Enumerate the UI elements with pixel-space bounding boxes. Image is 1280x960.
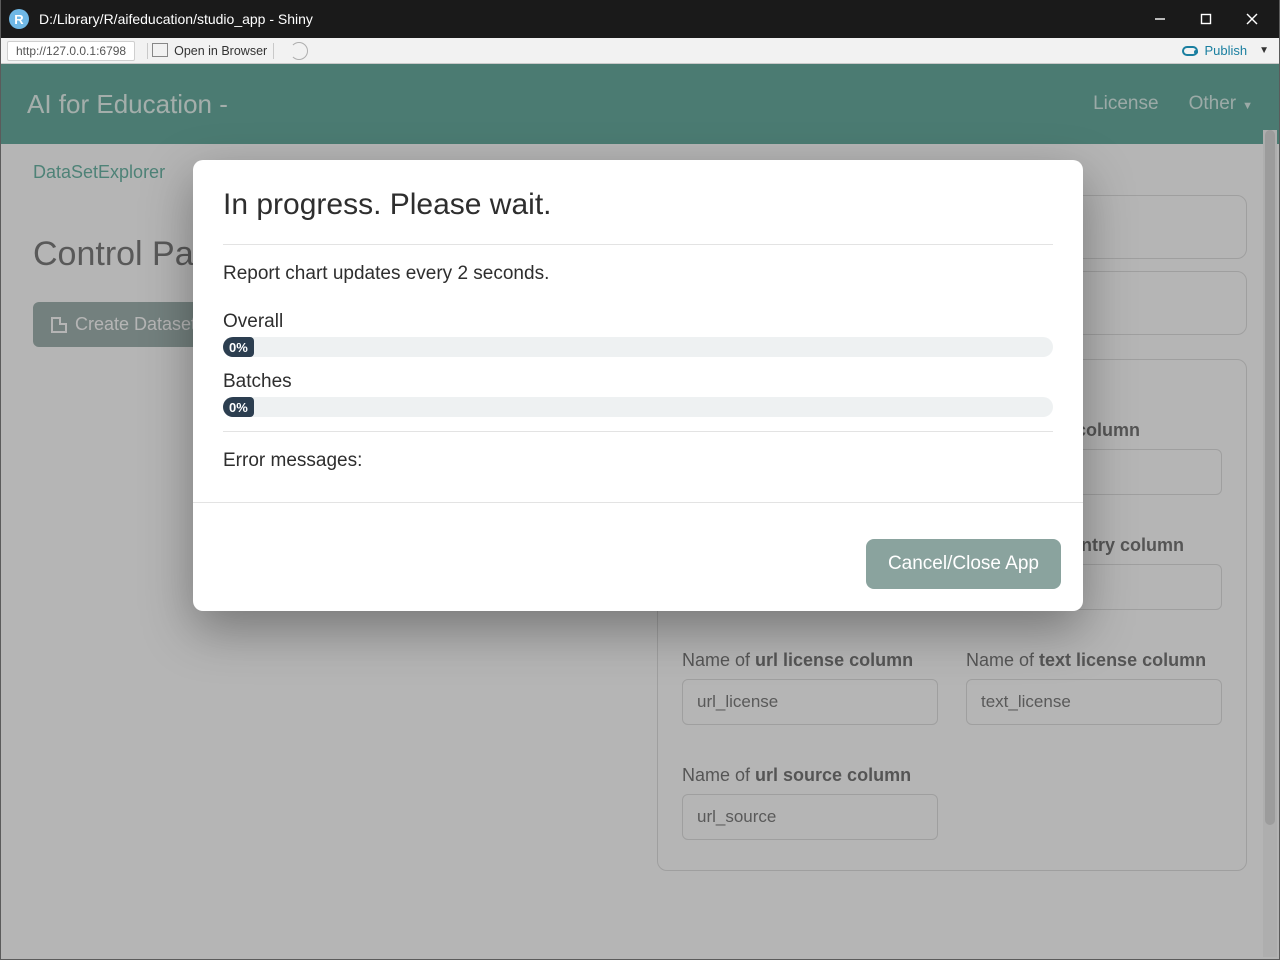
- progress-overall-bar: 0%: [223, 337, 1053, 357]
- window-icon: [154, 45, 168, 57]
- progress-batches-label: Batches: [223, 371, 1053, 393]
- progress-overall-label: Overall: [223, 311, 1053, 333]
- open-in-browser-label: Open in Browser: [174, 44, 267, 58]
- separator: [147, 43, 148, 59]
- url-field[interactable]: http://127.0.0.1:6798: [7, 41, 135, 61]
- progress-overall-value: 0%: [223, 337, 254, 357]
- progress-batches-value: 0%: [223, 397, 254, 417]
- browser-toolbar: http://127.0.0.1:6798 Open in Browser Pu…: [1, 38, 1279, 64]
- modal-title: In progress. Please wait.: [223, 188, 1053, 222]
- reload-icon[interactable]: [290, 42, 308, 60]
- app-icon: R: [9, 9, 29, 29]
- window-minimize-button[interactable]: [1137, 0, 1183, 38]
- progress-modal: In progress. Please wait. Report chart u…: [193, 160, 1083, 611]
- publish-label: Publish: [1204, 43, 1247, 58]
- window-title: D:/Library/R/aifeducation/studio_app - S…: [39, 11, 1137, 27]
- separator: [273, 43, 274, 59]
- error-messages-label: Error messages:: [223, 450, 1053, 472]
- cancel-close-app-button[interactable]: Cancel/Close App: [866, 539, 1061, 589]
- chevron-down-icon: ▼: [1259, 45, 1269, 56]
- window-maximize-button[interactable]: [1183, 0, 1229, 38]
- open-in-browser-button[interactable]: Open in Browser: [154, 44, 267, 58]
- progress-batches-bar: 0%: [223, 397, 1053, 417]
- publish-icon: [1182, 46, 1198, 56]
- window-close-button[interactable]: [1229, 0, 1275, 38]
- publish-button[interactable]: Publish ▼: [1182, 43, 1273, 58]
- window-titlebar: R D:/Library/R/aifeducation/studio_app -…: [1, 0, 1279, 38]
- modal-subtext: Report chart updates every 2 seconds.: [223, 263, 1053, 285]
